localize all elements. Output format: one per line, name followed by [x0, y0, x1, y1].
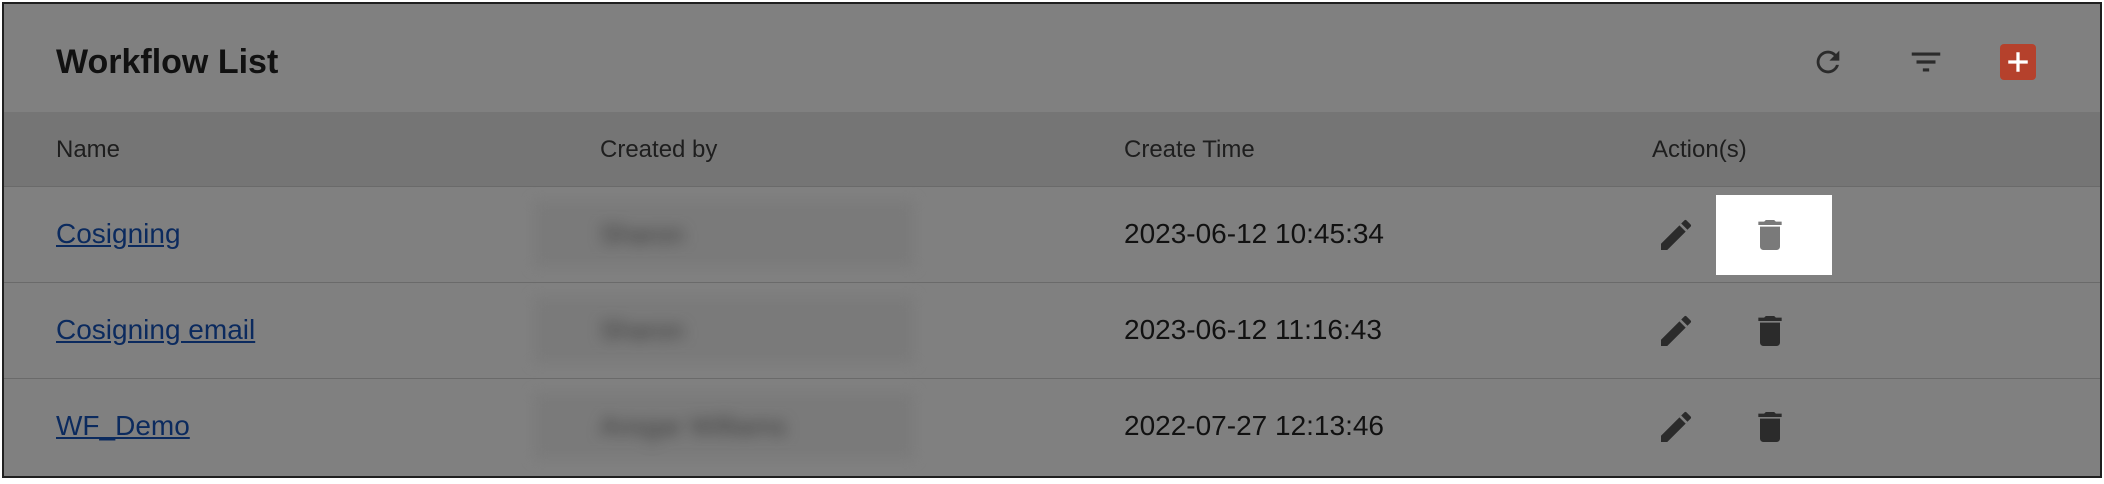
- create-time-value: 2022-07-27 12:13:46: [1124, 410, 1384, 441]
- workflow-name-link[interactable]: Cosigning: [56, 217, 181, 251]
- delete-button[interactable]: [1744, 305, 1796, 357]
- refresh-button[interactable]: [1804, 38, 1852, 86]
- trash-icon: [1758, 220, 1782, 250]
- workflow-name-link[interactable]: WF_Demo: [56, 409, 190, 443]
- delete-button[interactable]: [1744, 401, 1796, 453]
- trash-icon: [1758, 316, 1782, 346]
- pencil-icon: [1661, 315, 1692, 346]
- edit-button[interactable]: [1650, 209, 1702, 261]
- edit-button[interactable]: [1650, 305, 1702, 357]
- delete-button[interactable]: [1744, 209, 1796, 261]
- page-title: Workflow List: [56, 43, 279, 81]
- column-header-name[interactable]: Name: [56, 136, 120, 164]
- edit-button[interactable]: [1650, 401, 1702, 453]
- pencil-icon: [1661, 219, 1692, 250]
- table-row: Cosigning Sharon 2023-06-12 10:45:34: [4, 187, 2100, 283]
- create-time-value: 2023-06-12 10:45:34: [1124, 218, 1384, 249]
- table-row: WF_Demo Ansgar Williams 2022-07-27 12:13…: [4, 379, 2100, 474]
- table-header: Name Created by Create Time Action(s): [4, 112, 2100, 187]
- workflow-name-link[interactable]: Cosigning email: [56, 313, 255, 347]
- created-by-value: Ansgar Williams: [600, 411, 787, 441]
- table-row: Cosigning email Sharon 2023-06-12 11:16:…: [4, 283, 2100, 379]
- column-header-create-time[interactable]: Create Time: [1124, 136, 1255, 164]
- plus-icon: [2008, 52, 2028, 72]
- refresh-icon: [1816, 50, 1840, 74]
- trash-icon: [1758, 412, 1782, 442]
- created-by-value: Sharon: [600, 315, 684, 345]
- filter-icon: [1911, 52, 1941, 72]
- created-by-value: Sharon: [600, 219, 684, 249]
- pencil-icon: [1661, 411, 1692, 442]
- add-workflow-button[interactable]: [2000, 44, 2036, 80]
- panel-header: Workflow List: [4, 4, 2100, 113]
- filter-button[interactable]: [1902, 38, 1950, 86]
- create-time-value: 2023-06-12 11:16:43: [1124, 314, 1382, 345]
- workflow-list-panel: Workflow List Name Created by Create Tim…: [2, 2, 2102, 478]
- column-header-created-by[interactable]: Created by: [600, 136, 717, 164]
- redacted-area: [534, 201, 914, 267]
- column-header-actions: Action(s): [1652, 136, 1747, 163]
- redacted-area: [534, 297, 914, 363]
